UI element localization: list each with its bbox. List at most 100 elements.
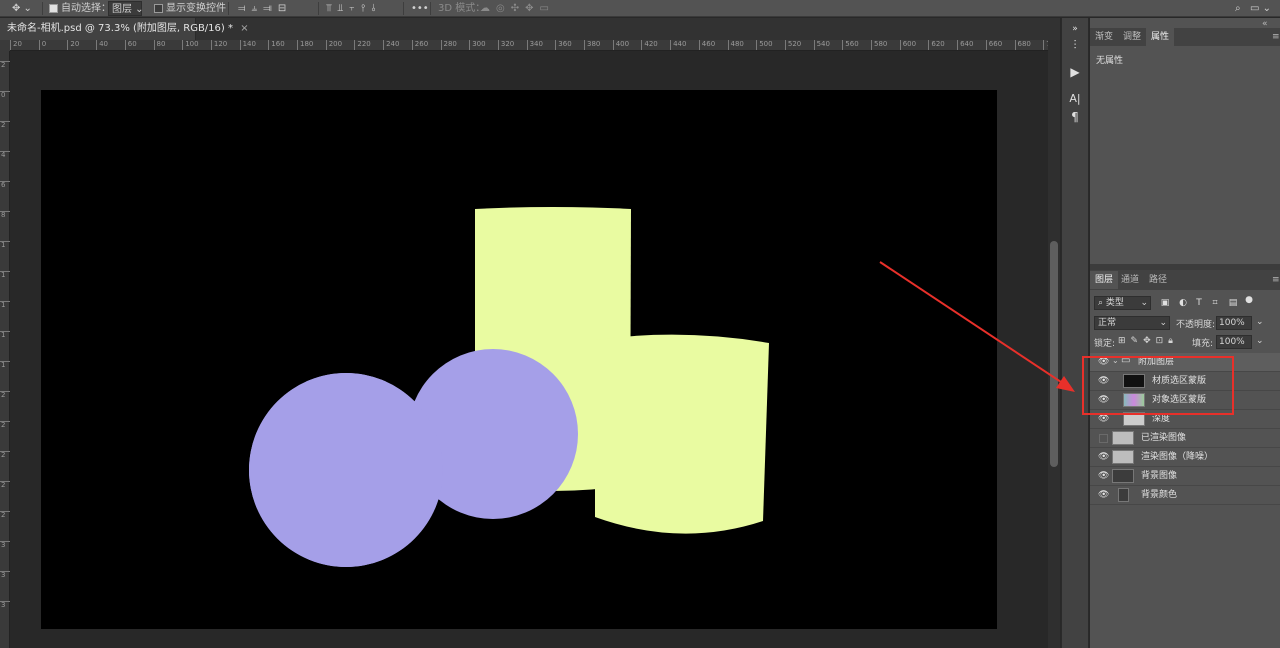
ruler-tick: 100	[182, 40, 199, 50]
visibility-eye-icon[interactable]: 👁︎	[1098, 471, 1109, 482]
options-bar: ✥ ⌄ 自动选择： 图层 ⌄ 显示变换控件 ⫤⫨⫥⊟ ⫪⫫⫟⫯⫰ ••• 3D …	[0, 0, 1280, 17]
shape-filter-icon[interactable]: ⌗	[1210, 298, 1220, 308]
lock-options-icon[interactable]: ⊞✎✥⊡🔒︎	[1118, 336, 1178, 346]
no-properties-text: 无属性	[1096, 56, 1124, 66]
horizontal-ruler[interactable]: 20 0 20 40 60 80 100 120 140 160 180 200 220 240 260 28…	[10, 40, 1060, 51]
tab-gradients[interactable]: 渐变	[1090, 28, 1118, 46]
ruler-tick: 440	[670, 40, 686, 50]
group-expand-icon[interactable]: ⌄	[1112, 356, 1119, 365]
layer-row[interactable]: 已渲染图像	[1090, 429, 1280, 448]
layer-name: 渲染图像（降噪）	[1141, 452, 1214, 462]
workspace-icon[interactable]: ▭ ⌄	[1250, 1, 1271, 16]
show-transform-checkbox[interactable]	[154, 4, 163, 13]
pixel-filter-icon[interactable]: ▣	[1160, 298, 1170, 308]
type-filter-icon[interactable]: T	[1194, 298, 1204, 308]
visibility-eye-icon[interactable]: 👁︎	[1098, 395, 1109, 406]
smart-object-filter-icon[interactable]: ▤	[1228, 298, 1238, 308]
play-action-icon[interactable]: ▶	[1065, 63, 1085, 81]
auto-select-checkbox[interactable]	[49, 4, 58, 13]
opacity-chevron-icon[interactable]: ⌄	[1256, 317, 1264, 327]
move-tool-icon[interactable]: ✥ ⌄	[12, 1, 32, 16]
folder-icon: ▭	[1121, 355, 1131, 366]
ruler-tick: 2	[0, 451, 10, 459]
ruler-tick: 200	[325, 40, 342, 50]
3d-tools-icon[interactable]: ☁◎✣✥▭	[480, 1, 555, 16]
filter-toggle-icon[interactable]: ●	[1244, 295, 1254, 305]
tab-channels[interactable]: 通道	[1116, 271, 1144, 289]
ruler-tick: 6	[0, 181, 10, 189]
layers-menu-icon[interactable]: ≡	[1272, 275, 1280, 285]
3d-mode-label: 3D 模式：	[438, 3, 486, 14]
tab-adjustments[interactable]: 调整	[1118, 28, 1146, 46]
document-tab[interactable]: 未命名-相机.psd @ 73.3% (附加图层, RGB/16) * ×	[0, 18, 249, 40]
ruler-tick: 3	[0, 601, 10, 609]
tab-layers[interactable]: 图层	[1090, 271, 1119, 289]
ruler-tick: 220	[354, 40, 371, 50]
visibility-eye-icon[interactable]: 👁︎	[1098, 357, 1109, 368]
vertical-ruler[interactable]: 2 0 2 4 6 8 1 1 1 1 1 2 2 2 2 2 3 3 3	[0, 51, 10, 648]
layer-thumbnail	[1118, 488, 1129, 502]
ruler-tick: 2	[0, 511, 10, 519]
layer-name: 背景图像	[1141, 471, 1178, 481]
close-tab-icon[interactable]: ×	[240, 23, 248, 34]
ruler-tick: 20	[10, 40, 22, 50]
adjustment-filter-icon[interactable]: ◐	[1178, 298, 1188, 308]
layer-row[interactable]: 👁︎ 材质选区蒙版	[1090, 372, 1280, 391]
visibility-eye-icon[interactable]: 👁︎	[1098, 414, 1109, 425]
character-icon[interactable]: A|	[1065, 90, 1085, 108]
layer-thumbnail	[1112, 450, 1134, 464]
align-buttons-icon[interactable]: ⫤⫨⫥⊟	[238, 1, 292, 16]
distribute-buttons-icon[interactable]: ⫪⫫⫟⫯⫰	[326, 1, 382, 16]
scrollbar-thumb[interactable]	[1050, 241, 1058, 467]
ruler-tick: 560	[842, 40, 859, 50]
right-panels	[1090, 18, 1280, 648]
search-icon[interactable]: ⌕	[1235, 1, 1241, 16]
ruler-corner	[0, 40, 10, 51]
fill-chevron-icon[interactable]: ⌄	[1256, 336, 1264, 346]
layer-thumbnail	[1112, 431, 1134, 445]
history-icon[interactable]: ⫶	[1065, 36, 1085, 54]
ruler-tick: 280	[440, 40, 457, 50]
visibility-off-box[interactable]	[1099, 434, 1108, 443]
ruler-tick: 520	[784, 40, 801, 50]
short-cylinder	[595, 334, 769, 534]
ruler-tick: 660	[985, 40, 1002, 50]
fill-label: 填充:	[1192, 339, 1214, 349]
auto-select-target-dropdown[interactable]: 图层 ⌄	[108, 1, 144, 16]
properties-tab-row: 渐变 调整 属性 ≡	[1090, 28, 1280, 46]
opacity-label: 不透明度:	[1176, 320, 1216, 330]
ruler-tick: 0	[0, 91, 10, 99]
tab-paths[interactable]: 路径	[1144, 271, 1172, 289]
layer-row[interactable]: 👁︎ 深度	[1090, 410, 1280, 429]
ruler-tick: 580	[871, 40, 887, 50]
layer-row[interactable]: 👁︎ 背景颜色	[1090, 486, 1280, 505]
ruler-tick: 400	[612, 40, 629, 50]
layer-row[interactable]: 👁︎ 背景图像	[1090, 467, 1280, 486]
visibility-eye-icon[interactable]: 👁︎	[1098, 490, 1109, 501]
fill-field[interactable]: 100%	[1216, 335, 1252, 349]
paragraph-icon[interactable]: ¶	[1065, 108, 1085, 126]
ruler-tick: 2	[0, 481, 10, 489]
ruler-tick: 1	[0, 331, 10, 339]
ruler-tick: 640	[957, 40, 973, 50]
visibility-eye-icon[interactable]: 👁︎	[1098, 376, 1109, 387]
tab-properties[interactable]: 属性	[1146, 28, 1175, 46]
ruler-tick: 480	[727, 40, 744, 50]
layer-row[interactable]: 👁︎ 对象选区蒙版	[1090, 391, 1280, 410]
layer-name: 背景颜色	[1141, 490, 1178, 500]
layer-row[interactable]: 👁︎ 渲染图像（降噪）	[1090, 448, 1280, 467]
opacity-field[interactable]: 100%	[1216, 316, 1252, 330]
visibility-eye-icon[interactable]: 👁︎	[1098, 452, 1109, 463]
blend-mode-dropdown[interactable]: 正常 ⌄	[1094, 316, 1170, 330]
layer-name: 对象选区蒙版	[1152, 395, 1207, 405]
layer-name: 材质选区蒙版	[1152, 376, 1207, 386]
panel-menu-icon[interactable]: ≡	[1272, 32, 1280, 42]
layer-row-group[interactable]: 👁︎ ⌄ ▭ 附加图层	[1090, 353, 1280, 372]
document-canvas[interactable]	[41, 90, 997, 629]
layer-filter-dropdown[interactable]: ⌕ 类型 ⌄	[1094, 296, 1151, 310]
ruler-tick: 360	[555, 40, 572, 50]
more-options-icon[interactable]: •••	[411, 1, 429, 16]
ruler-tick: 180	[297, 40, 313, 50]
ruler-tick: 1	[0, 361, 10, 369]
ruler-tick: 2	[0, 421, 10, 429]
